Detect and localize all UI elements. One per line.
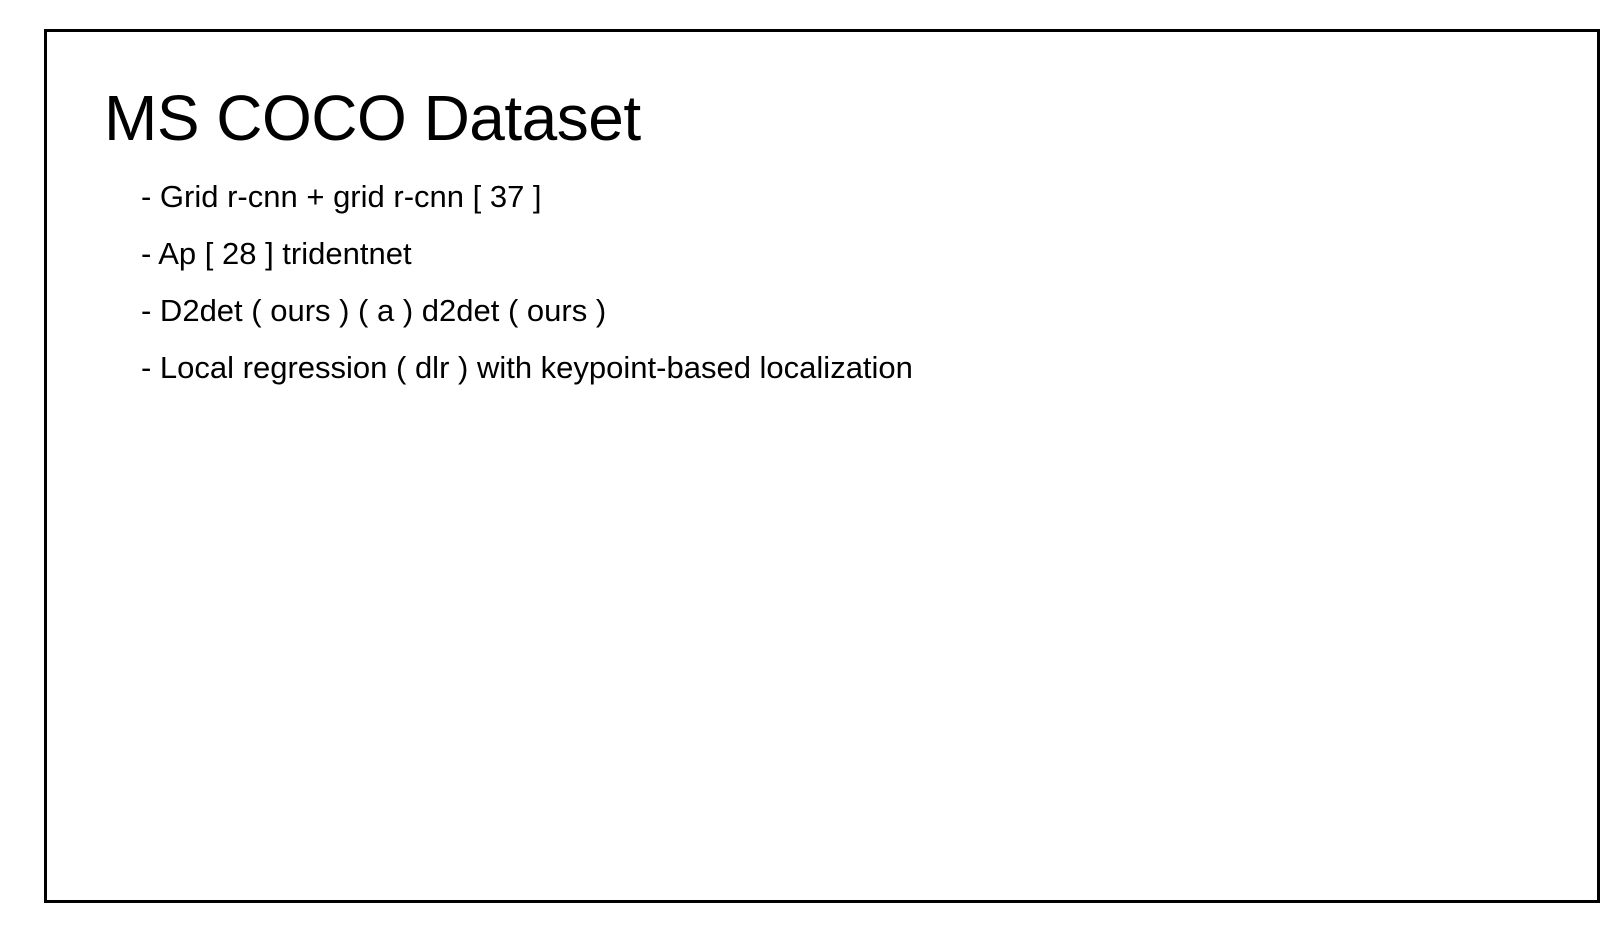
bullet-item: - D2det ( ours ) ( a ) d2det ( ours ) <box>141 293 607 328</box>
bullet-list: - Grid r-cnn + grid r-cnn [ 37 ] - Ap [ … <box>141 168 913 396</box>
slide-frame: MS COCO Dataset - Grid r-cnn + grid r-cn… <box>44 29 1600 903</box>
slide-title: MS COCO Dataset <box>104 82 641 154</box>
bullet-item: - Ap [ 28 ] tridentnet <box>141 236 412 271</box>
bullet-item: - Grid r-cnn + grid r-cnn [ 37 ] <box>141 179 542 214</box>
bullet-item: - Local regression ( dlr ) with keypoint… <box>141 350 913 385</box>
